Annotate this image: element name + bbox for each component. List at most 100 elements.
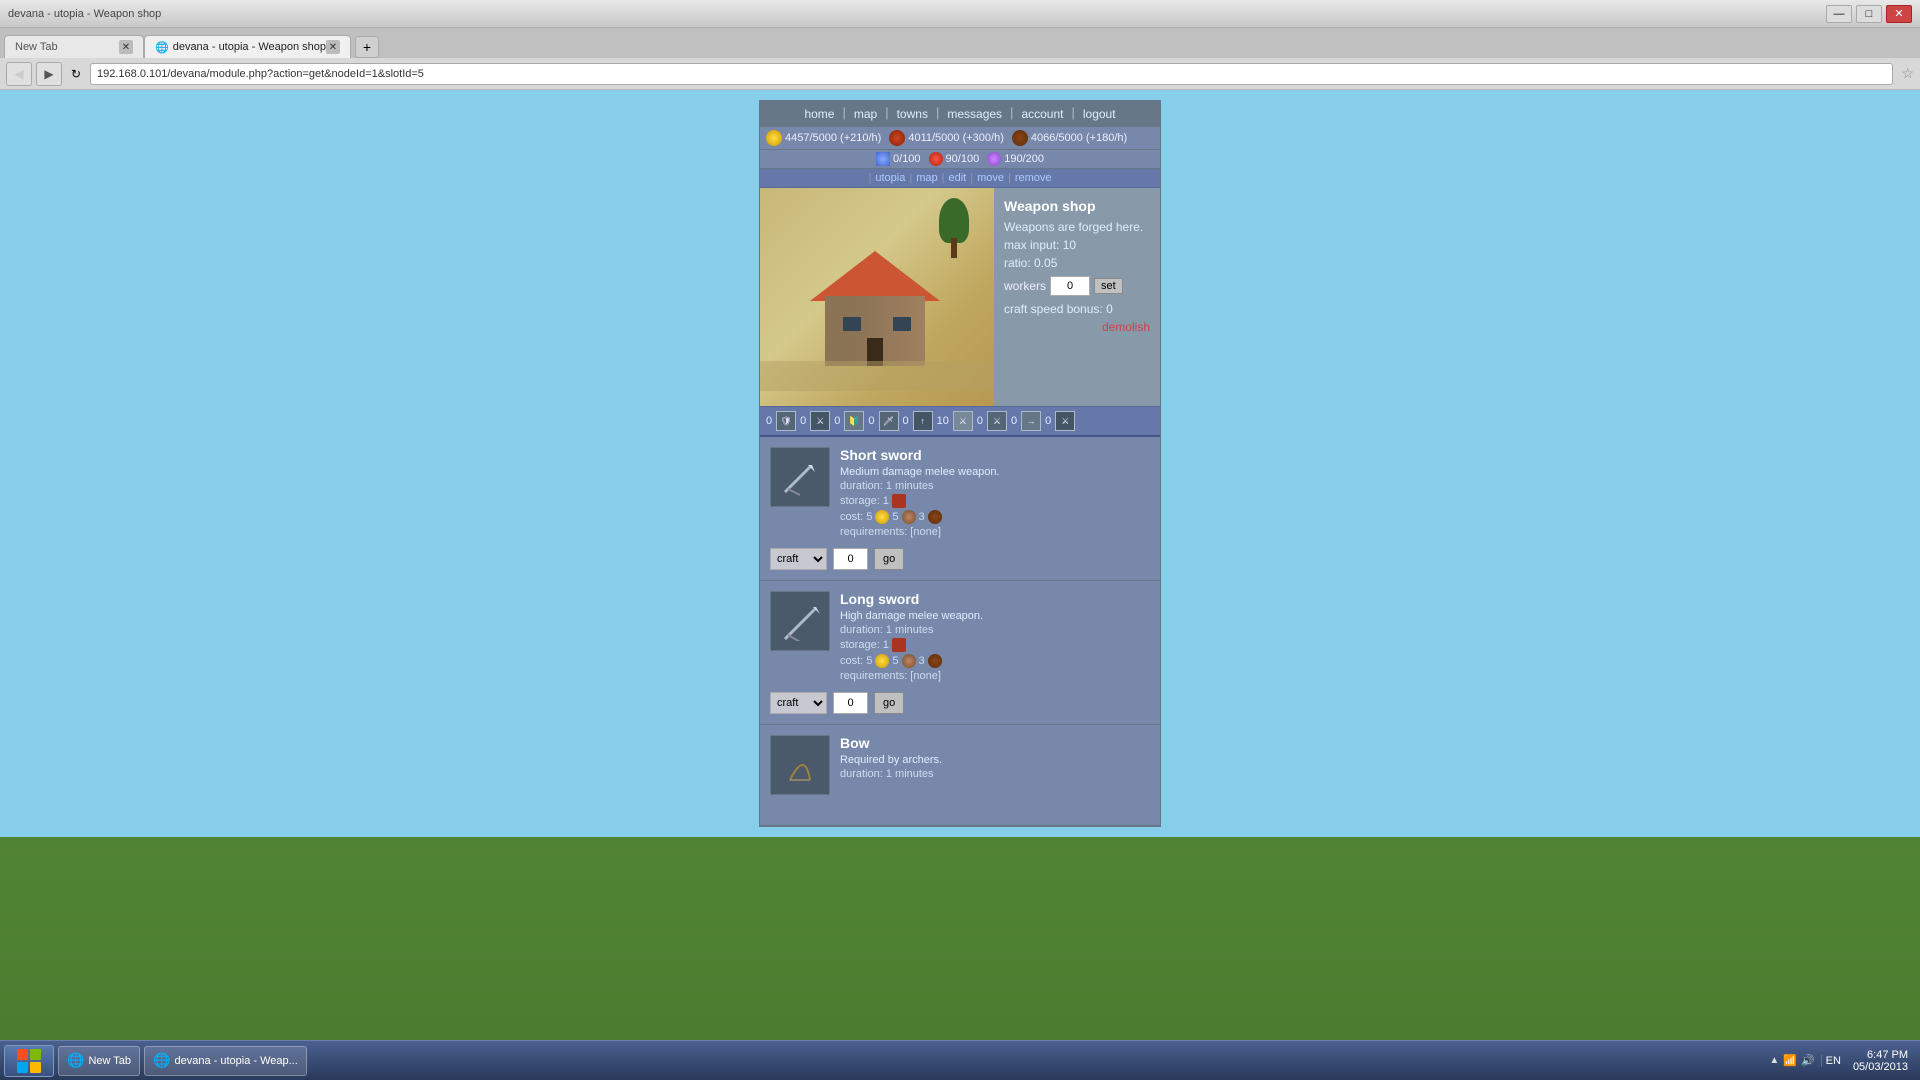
inv-icon-shield2: 🔰 (844, 411, 864, 431)
action-sep-0: | (868, 172, 871, 184)
inv-count-8: 0 (1045, 415, 1051, 427)
long-sword-requirements: requirements: [none] (840, 670, 1150, 682)
forward-button[interactable]: ▶ (36, 62, 62, 86)
nav-account[interactable]: account (1015, 105, 1069, 123)
address-text: 192.168.0.101/devana/module.php?action=g… (97, 68, 424, 80)
short-sword-qty-input[interactable] (833, 548, 868, 570)
action-bar: | utopia | map | edit | move | remove (760, 169, 1160, 188)
short-sword-go-button[interactable]: go (874, 548, 904, 570)
building-window-right (893, 317, 911, 331)
short-sword-storage-icon (892, 494, 906, 508)
craft-list[interactable]: Short sword Medium damage melee weapon. … (760, 437, 1160, 826)
long-sword-go-button[interactable]: go (874, 692, 904, 714)
ore-value: 4066/5000 (+180/h) (1031, 132, 1127, 144)
short-sword-cost: cost: 5 5 3 (840, 510, 1150, 524)
taskbar-devana-label: devana - utopia - Weap... (174, 1055, 297, 1067)
craft-speed-label: craft speed bonus: 0 (1004, 302, 1150, 316)
long-sword-details: Long sword High damage melee weapon. dur… (840, 591, 1150, 684)
action-edit[interactable]: edit (948, 172, 966, 184)
action-move[interactable]: move (977, 172, 1004, 184)
logo-yellow (30, 1062, 41, 1073)
inv-count-1: 0 (800, 415, 806, 427)
close-button[interactable]: ✕ (1886, 5, 1912, 23)
building-ratio: ratio: 0.05 (1004, 256, 1150, 270)
taskbar: 🌐 New Tab 🌐 devana - utopia - Weap... ▲ … (0, 1040, 1920, 1080)
inventory-bar: 0 🛡 0 ⚔ 0 🔰 0 🗡 0 (760, 406, 1160, 437)
nav-sep-5: | (1071, 105, 1074, 123)
food-icon (889, 130, 905, 146)
taskbar-devana-icon: 🌐 (153, 1052, 170, 1069)
taskbar-item-chrome-new-tab[interactable]: 🌐 New Tab (58, 1046, 140, 1076)
short-sword-requirements: requirements: [none] (840, 526, 1150, 538)
nav-towns[interactable]: towns (891, 105, 934, 123)
workers-input[interactable] (1050, 276, 1090, 296)
resource-gold: 4457/5000 (+210/h) (766, 130, 881, 146)
bow-icon (770, 735, 830, 795)
bookmark-button[interactable]: ☆ (1901, 65, 1914, 82)
demolish-link[interactable]: demolish (1004, 320, 1150, 334)
inv-icon-sword3: ⚔ (1055, 411, 1075, 431)
start-button[interactable] (4, 1045, 54, 1077)
inv-count-2: 0 (834, 415, 840, 427)
building-roof (810, 251, 940, 301)
back-button[interactable]: ◀ (6, 62, 32, 86)
action-utopia[interactable]: utopia (875, 172, 905, 184)
inv-slot-4: ↑ (913, 411, 933, 431)
tree (934, 198, 974, 258)
minimize-button[interactable]: — (1826, 5, 1852, 23)
long-sword-type: High damage melee weapon. (840, 610, 1150, 622)
long-sword-cost: cost: 5 5 3 (840, 654, 1150, 668)
long-sword-craft-controls: craft queue go (770, 692, 1150, 714)
game-content-area: home | map | towns | messages | account … (0, 90, 1920, 837)
short-sword-wood-icon (928, 510, 942, 524)
inv-icon-spear: ↑ (913, 411, 933, 431)
inv-count-3: 0 (868, 415, 874, 427)
mana-icon (987, 152, 1001, 166)
reload-button[interactable]: ↻ (66, 64, 86, 84)
short-sword-craft-select[interactable]: craft queue (770, 548, 827, 570)
short-sword-type: Medium damage melee weapon. (840, 466, 1150, 478)
food-value: 4011/5000 (+300/h) (908, 132, 1004, 144)
nav-map[interactable]: map (848, 105, 883, 123)
workers-label: workers (1004, 279, 1046, 293)
long-sword-ore-icon (902, 654, 916, 668)
nav-logout[interactable]: logout (1077, 105, 1122, 123)
maximize-button[interactable]: □ (1856, 5, 1882, 23)
logo-green (30, 1049, 41, 1060)
building-name: Weapon shop (1004, 198, 1150, 214)
inv-icon-blade2: ⚔ (987, 411, 1007, 431)
building-description: Weapons are forged here. (1004, 220, 1150, 234)
bow-duration: duration: 1 minutes (840, 768, 1150, 780)
sub-resource-bar: 0/100 90/100 190/200 (760, 150, 1160, 169)
address-bar[interactable]: 192.168.0.101/devana/module.php?action=g… (90, 63, 1893, 85)
taskbar-item-devana[interactable]: 🌐 devana - utopia - Weap... (144, 1046, 307, 1076)
action-map[interactable]: map (916, 172, 937, 184)
nav-sep-2: | (885, 105, 888, 123)
building-scene (760, 188, 994, 406)
short-sword-svg (780, 457, 820, 497)
building-window-left (843, 317, 861, 331)
resource-food: 4011/5000 (+300/h) (889, 130, 1004, 146)
tab-devana[interactable]: 🌐 devana - utopia - Weapon shop ✕ (144, 35, 351, 58)
long-sword-qty-input[interactable] (833, 692, 868, 714)
set-workers-button[interactable]: set (1094, 278, 1123, 294)
long-sword-craft-select[interactable]: craft queue (770, 692, 827, 714)
tab-close-new[interactable]: ✕ (119, 40, 133, 54)
tab-close-devana[interactable]: ✕ (326, 40, 340, 54)
action-remove[interactable]: remove (1015, 172, 1052, 184)
nav-messages[interactable]: messages (941, 105, 1008, 123)
inv-count-6: 0 (977, 415, 983, 427)
inv-slot-3: 🗡 (879, 411, 899, 431)
long-sword-name: Long sword (840, 591, 1150, 607)
inv-count-7: 0 (1011, 415, 1017, 427)
tab-new-tab[interactable]: New Tab ✕ (4, 35, 144, 58)
tab-devana-label: devana - utopia - Weapon shop (173, 41, 326, 53)
short-sword-details: Short sword Medium damage melee weapon. … (840, 447, 1150, 540)
taskbar-chrome-icon: 🌐 (67, 1052, 84, 1069)
new-tab-button[interactable]: + (355, 36, 379, 58)
nav-home[interactable]: home (798, 105, 840, 123)
tray-arrow[interactable]: ▲ (1769, 1055, 1779, 1066)
pop-icon (876, 152, 890, 166)
action-sep-4: | (1008, 172, 1011, 184)
game-navigation: home | map | towns | messages | account … (760, 101, 1160, 127)
